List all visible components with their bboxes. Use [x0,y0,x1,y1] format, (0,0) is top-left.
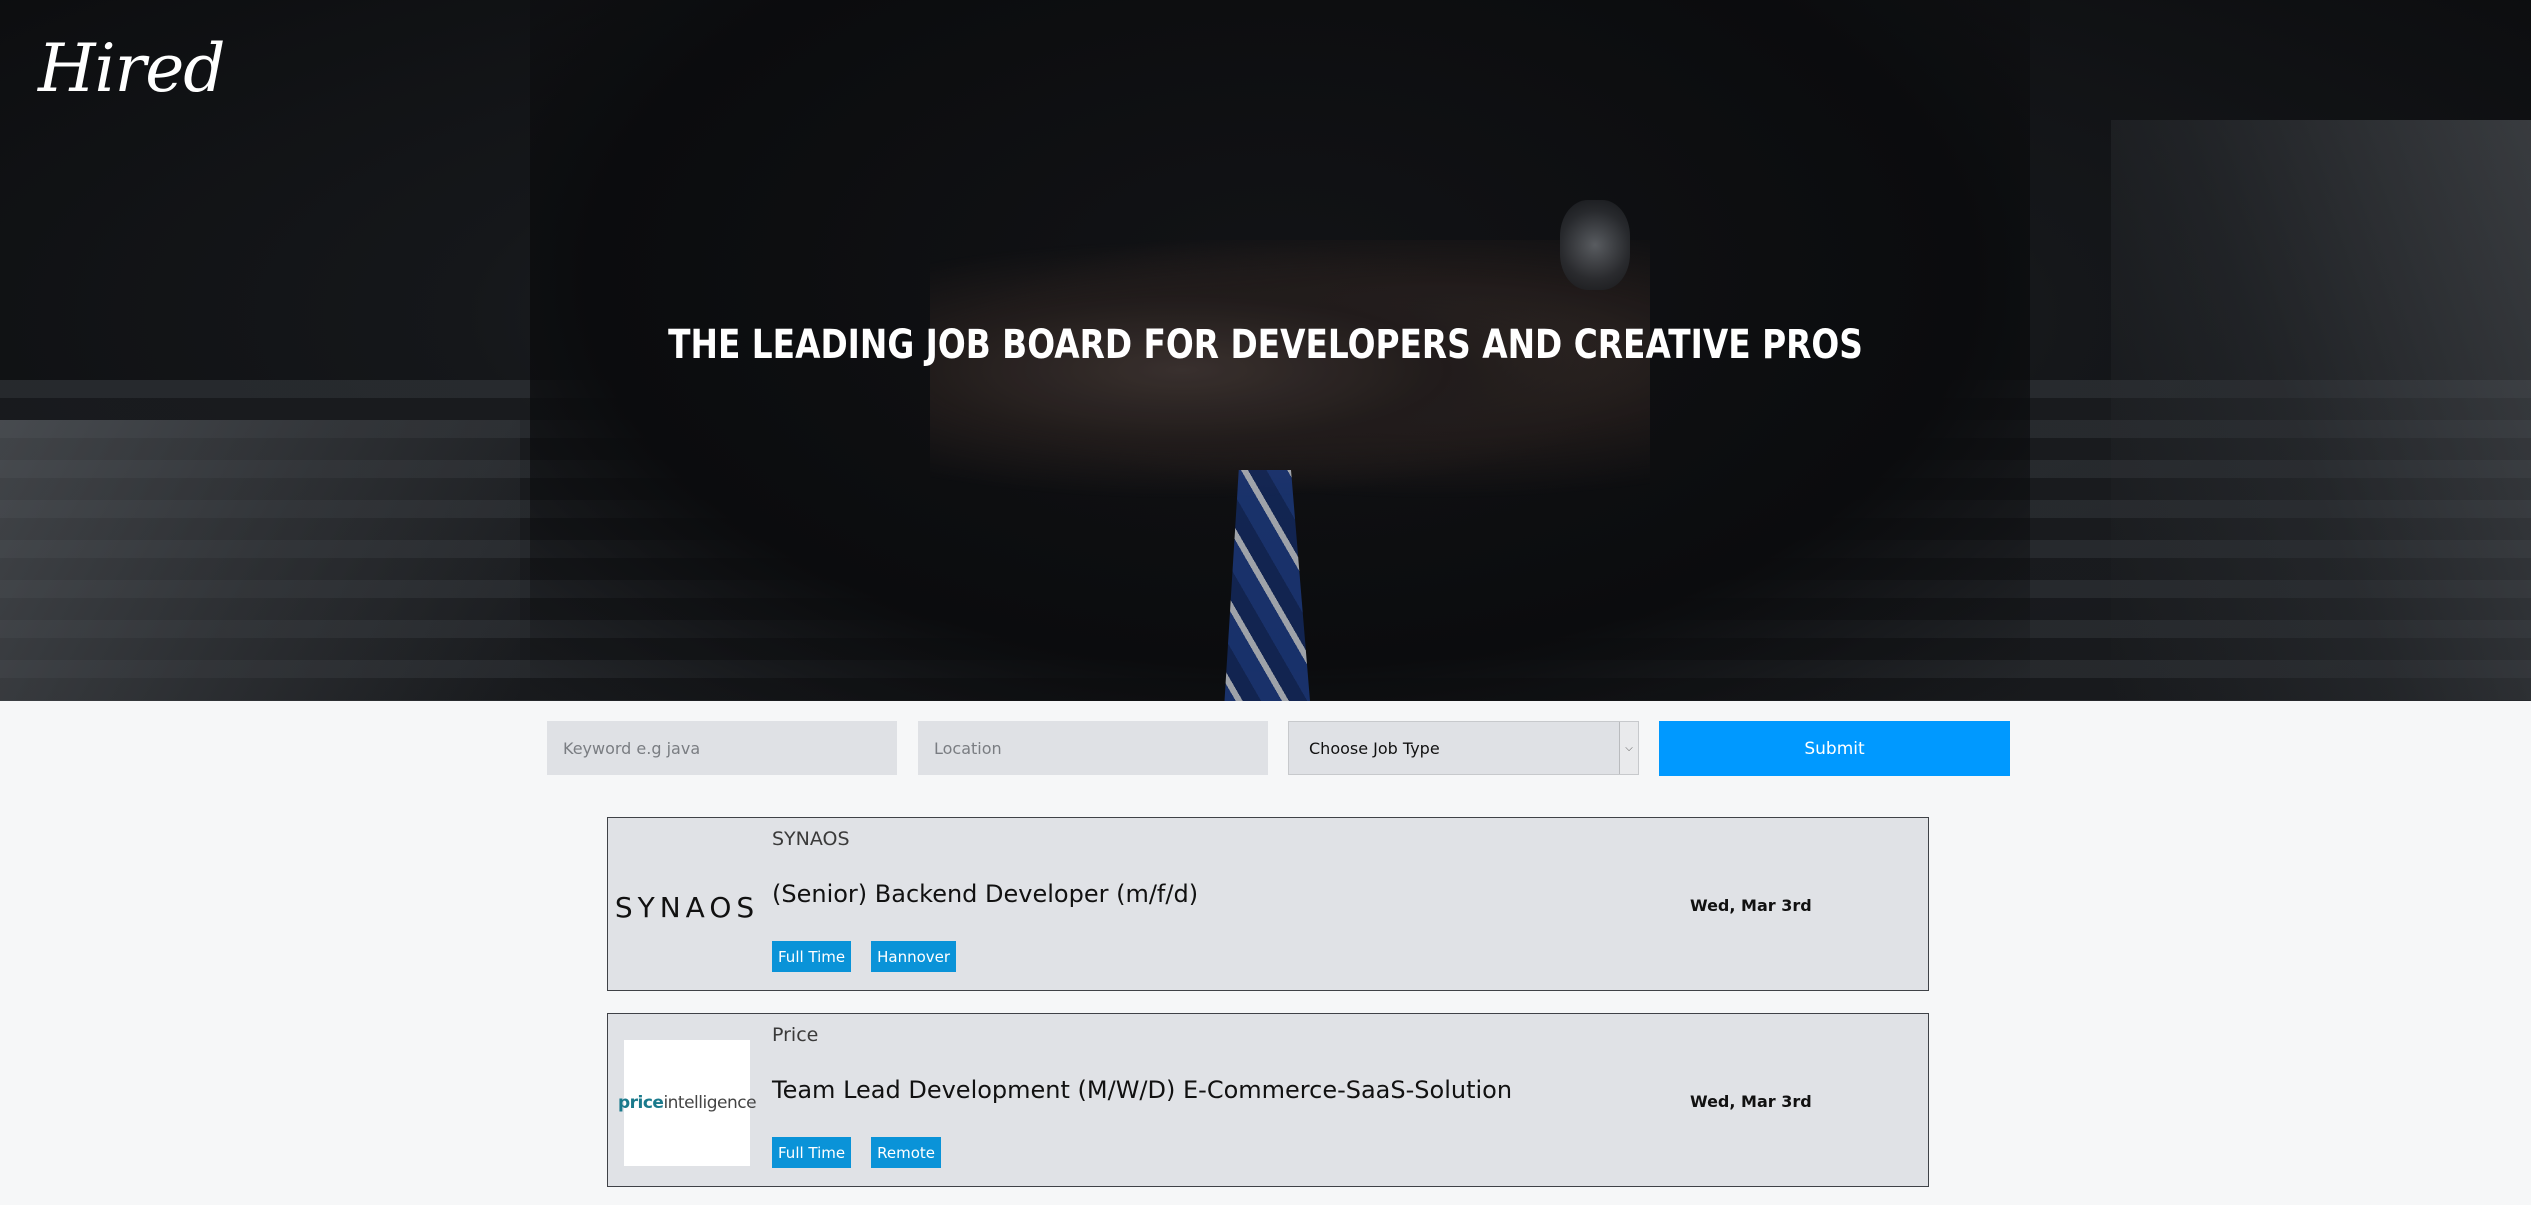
hero-background-watch [1560,200,1630,290]
job-type-tag: Full Time [772,1137,852,1168]
keyword-input[interactable] [547,721,897,775]
hero-background-hands [930,240,1650,500]
job-card[interactable]: SYNAOS SYNAOS (Senior) Backend Developer… [607,817,1929,991]
job-date: Wed, Mar 3rd [1690,1092,1812,1111]
job-title[interactable]: (Senior) Backend Developer (m/f/d) [772,880,1198,908]
company-logo-background: priceintelligence [618,1040,757,1166]
company-logo-text: SYNAOS [614,890,760,924]
job-date: Wed, Mar 3rd [1690,896,1812,915]
job-tags: Full Time Hannover [772,941,957,972]
job-location-tag: Hannover [871,941,957,972]
company-logo-text-part-a: price [617,1093,664,1113]
company-logo: SYNAOS [615,844,754,970]
chevron-down-icon[interactable]: ⌵ [1619,722,1638,774]
job-type-selected-value: Choose Job Type [1309,738,1440,758]
job-tags: Full Time Remote [772,1137,942,1168]
job-card[interactable]: priceintelligence Price Team Lead Develo… [607,1013,1929,1187]
company-name: SYNAOS [772,828,850,850]
hero-background-light-left [0,420,520,701]
job-location-tag: Remote [871,1137,942,1168]
hero-banner: Hired THE LEADING JOB BOARD FOR DEVELOPE… [0,0,2531,701]
location-input[interactable] [918,721,1268,775]
job-type-tag: Full Time [772,941,852,972]
company-logo-text: priceintelligence [617,1093,757,1113]
job-type-select[interactable]: Choose Job Type ⌵ [1288,721,1639,775]
company-name: Price [772,1024,819,1046]
hero-background-light-right [2111,120,2531,700]
job-title[interactable]: Team Lead Development (M/W/D) E-Commerce… [772,1076,1512,1104]
hero-headline: THE LEADING JOB BOARD FOR DEVELOPERS AND… [668,322,1863,368]
company-logo: priceintelligence [618,1040,757,1166]
submit-button[interactable]: Submit [1659,721,2010,776]
company-logo-text-part-b: intelligence [663,1093,757,1113]
site-logo[interactable]: Hired [38,30,226,107]
